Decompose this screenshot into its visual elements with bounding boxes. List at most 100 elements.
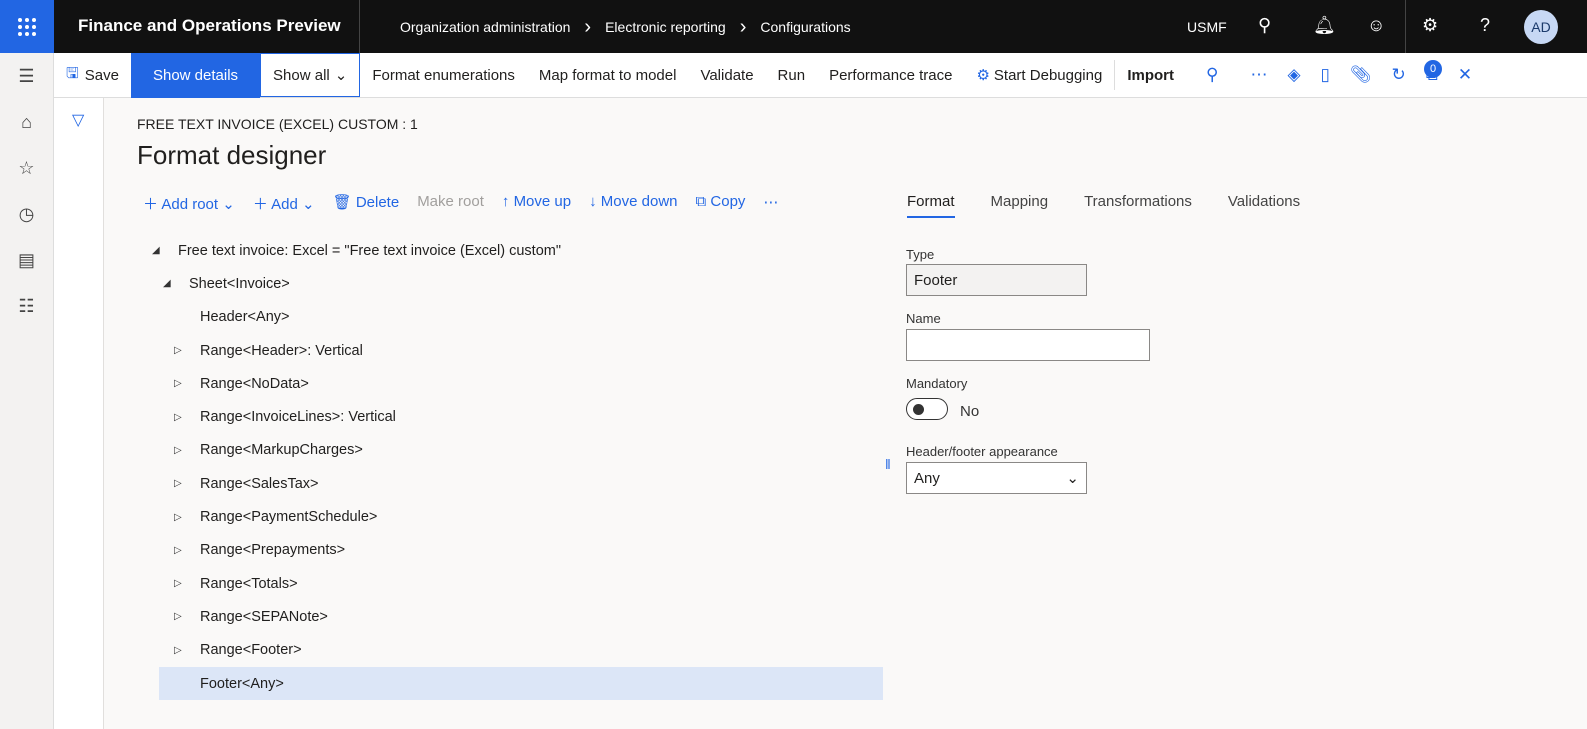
- tree-node-label: Range<SEPANote>: [200, 608, 328, 625]
- more-icon[interactable]: ⋯: [763, 193, 778, 214]
- expand-icon[interactable]: ▷: [174, 512, 182, 523]
- search-icon[interactable]: ⚲: [1196, 65, 1228, 85]
- tree-node-label: Range<Totals>: [200, 575, 298, 592]
- save-label: Save: [84, 66, 119, 84]
- company-picker[interactable]: USMF: [1187, 19, 1227, 35]
- smiley-icon[interactable]: ☺: [1367, 15, 1385, 36]
- name-input[interactable]: [906, 329, 1150, 361]
- chevron-down-icon: ⌄: [1066, 470, 1079, 487]
- tree-node[interactable]: ◢ Sheet<Invoice>: [159, 267, 883, 300]
- appearance-label: Header/footer appearance: [906, 444, 1058, 459]
- tree-node[interactable]: ▷ Range<SalesTax>: [159, 467, 883, 500]
- import-button[interactable]: Import: [1115, 53, 1186, 98]
- delete-button[interactable]: 🗑︎ Delete: [333, 193, 400, 214]
- attachment-icon[interactable]: 📎︎: [1340, 65, 1382, 85]
- delete-label: Delete: [355, 194, 400, 211]
- mandatory-value: No: [960, 403, 980, 420]
- tab-mapping[interactable]: Mapping: [991, 193, 1049, 218]
- save-button[interactable]: 🖫 Save: [54, 53, 131, 98]
- copy-button[interactable]: ⧉ Copy: [696, 193, 746, 214]
- tree-node-label: Range<NoData>: [200, 375, 309, 392]
- chevron-right-icon: ›: [584, 16, 592, 38]
- tree-node[interactable]: ▷ Range<Header>: Vertical: [159, 334, 883, 367]
- expand-icon[interactable]: ▷: [174, 645, 182, 656]
- performance-trace-button[interactable]: Performance trace: [817, 53, 964, 98]
- expand-icon[interactable]: ▷: [174, 412, 182, 423]
- tree-node[interactable]: ▷ Range<InvoiceLines>: Vertical: [159, 400, 883, 433]
- add-root-button[interactable]: ＋ Add root ⌄: [143, 193, 235, 214]
- expand-icon[interactable]: ▷: [174, 478, 182, 489]
- move-up-button[interactable]: ↑ Move up: [502, 193, 571, 214]
- collapse-icon[interactable]: ◢: [163, 278, 171, 289]
- appearance-select[interactable]: Any ⌄: [906, 462, 1087, 494]
- expand-icon[interactable]: ▷: [174, 378, 182, 389]
- make-root-button[interactable]: Make root: [417, 193, 484, 214]
- map-format-button[interactable]: Map format to model: [527, 53, 689, 98]
- close-icon[interactable]: ✕: [1448, 65, 1482, 85]
- tree-node[interactable]: ▷ Range<SEPANote>: [159, 600, 883, 633]
- expand-icon[interactable]: ▷: [174, 611, 182, 622]
- bell-icon[interactable]: 🔔︎: [1313, 15, 1336, 36]
- details-tabs: Format Mapping Transformations Validatio…: [907, 193, 1300, 218]
- tree-node[interactable]: ▷ Range<NoData>: [159, 367, 883, 400]
- show-details-button[interactable]: Show details: [130, 52, 261, 98]
- power-apps-icon[interactable]: ◈: [1277, 65, 1310, 85]
- clock-icon[interactable]: ◷: [0, 191, 53, 237]
- add-button[interactable]: ＋ Add ⌄: [253, 193, 315, 214]
- validate-button[interactable]: Validate: [688, 53, 765, 98]
- filter-icon[interactable]: ▽: [72, 110, 84, 130]
- help-icon[interactable]: ?: [1480, 15, 1490, 36]
- tree-node-label: Range<Footer>: [200, 642, 302, 659]
- add-label: Add: [271, 196, 298, 213]
- search-icon[interactable]: ⚲: [1258, 15, 1271, 36]
- move-up-label: Move up: [513, 193, 572, 210]
- tree-node[interactable]: Header<Any>: [159, 301, 883, 334]
- expand-icon[interactable]: ▷: [174, 445, 182, 456]
- office-icon[interactable]: ▯: [1311, 65, 1340, 85]
- tree-node[interactable]: ▷ Range<PaymentSchedule>: [159, 500, 883, 533]
- list-icon[interactable]: ☷: [0, 283, 53, 329]
- show-all-dropdown[interactable]: Show all ⌄: [260, 53, 361, 97]
- workspace-icon[interactable]: ▤: [0, 237, 53, 283]
- tree-node[interactable]: ▷ Range<Footer>: [159, 634, 883, 667]
- app-launcher-button[interactable]: [0, 0, 54, 53]
- tree-node[interactable]: ▷ Range<MarkupCharges>: [159, 434, 883, 467]
- tree-node[interactable]: ▷ Range<Prepayments>: [159, 534, 883, 567]
- app-title[interactable]: Finance and Operations Preview: [78, 16, 341, 36]
- refresh-icon[interactable]: ↻: [1381, 65, 1415, 85]
- tree-node[interactable]: ▷ Range<Totals>: [159, 567, 883, 600]
- copy-label: Copy: [710, 193, 746, 210]
- avatar[interactable]: AD: [1524, 10, 1558, 44]
- mandatory-toggle[interactable]: [906, 398, 948, 420]
- more-icon[interactable]: ⋯: [1240, 65, 1277, 85]
- hamburger-icon[interactable]: ☰: [0, 53, 53, 99]
- home-icon[interactable]: ⌂: [0, 99, 53, 145]
- tab-validations[interactable]: Validations: [1228, 193, 1300, 218]
- tree-node[interactable]: Footer<Any>: [159, 666, 883, 701]
- action-pane: 🖫 Save Show details Show all ⌄ Format enum…: [54, 52, 1587, 98]
- type-field: Footer: [906, 264, 1087, 296]
- format-enumerations-button[interactable]: Format enumerations: [360, 53, 527, 98]
- tree-node-label: Range<Header>: Vertical: [200, 342, 363, 359]
- breadcrumb: Organization administration › Electronic …: [400, 16, 851, 38]
- add-root-label: Add root: [161, 196, 219, 213]
- start-debugging-button[interactable]: ⚙ Start Debugging: [964, 53, 1114, 98]
- expand-icon[interactable]: ▷: [174, 545, 182, 556]
- tab-transformations[interactable]: Transformations: [1084, 193, 1192, 218]
- tab-format[interactable]: Format: [907, 193, 955, 218]
- gear-icon[interactable]: ⚙: [1422, 15, 1438, 36]
- star-icon[interactable]: ☆: [0, 145, 53, 191]
- tree-node-label: Range<MarkupCharges>: [200, 442, 363, 459]
- expand-icon[interactable]: ▷: [174, 345, 182, 356]
- breadcrumb-item[interactable]: Configurations: [760, 19, 850, 35]
- expand-icon[interactable]: ▷: [174, 578, 182, 589]
- tree-node-label: Footer<Any>: [200, 675, 284, 692]
- move-down-button[interactable]: ↓ Move down: [589, 193, 677, 214]
- breadcrumb-item[interactable]: Electronic reporting: [605, 19, 726, 35]
- breadcrumb-item[interactable]: Organization administration: [400, 19, 570, 35]
- format-tree: ◢ Free text invoice: Excel = "Free text i…: [152, 234, 883, 701]
- run-button[interactable]: Run: [766, 53, 818, 98]
- splitter-handle[interactable]: ‖: [885, 456, 891, 472]
- tree-node[interactable]: ◢ Free text invoice: Excel = "Free text i…: [152, 234, 883, 267]
- collapse-icon[interactable]: ◢: [152, 245, 160, 256]
